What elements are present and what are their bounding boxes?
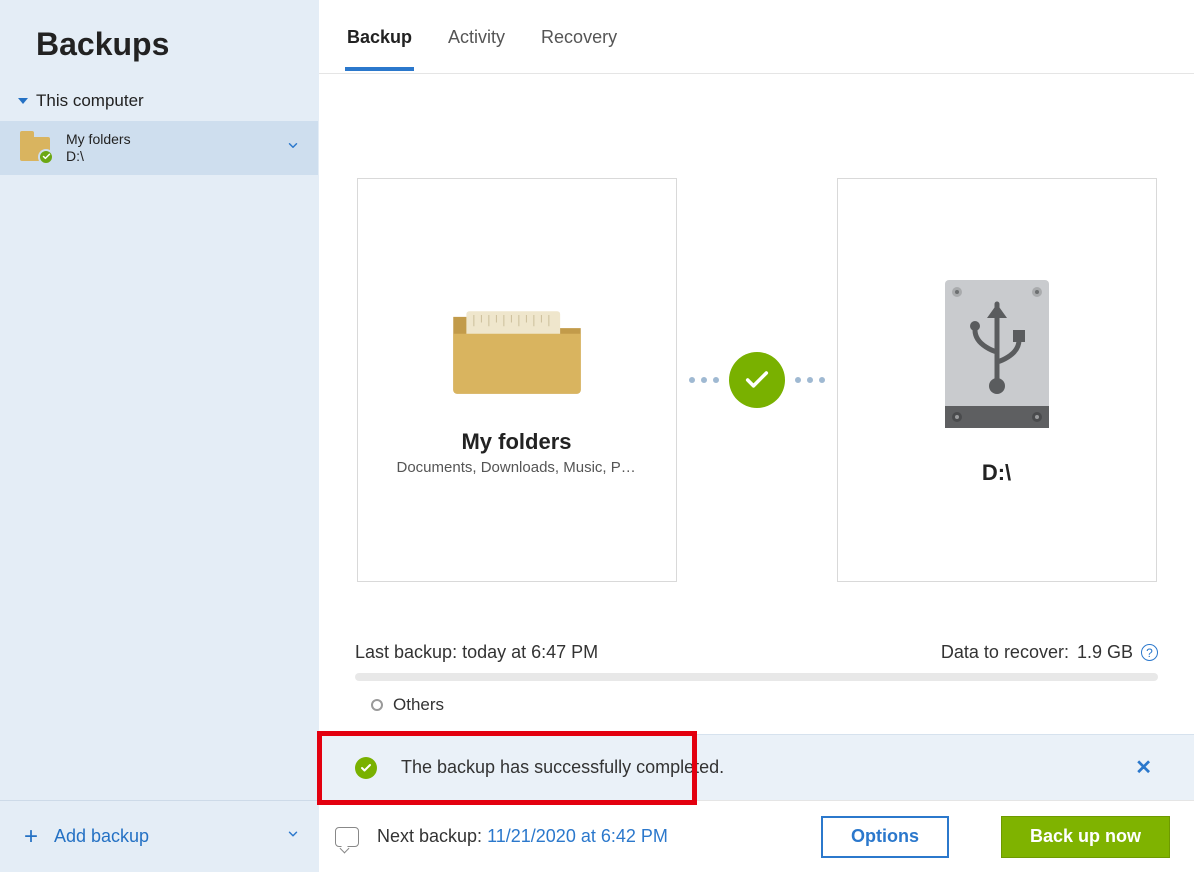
next-backup-label: Next backup:: [377, 826, 482, 846]
main-panel: Backup Activity Recovery: [318, 0, 1194, 872]
backup-list-item[interactable]: My folders D:\: [0, 121, 318, 175]
chevron-down-icon[interactable]: [286, 827, 300, 846]
success-badge-icon: [38, 149, 54, 165]
stats-row: Last backup: today at 6:47 PM Data to re…: [355, 642, 1158, 663]
collapse-triangle-icon: [18, 98, 28, 104]
add-backup-label: Add backup: [54, 826, 149, 847]
backup-item-name: My folders: [66, 131, 131, 148]
last-backup-value: today at 6:47 PM: [462, 642, 598, 662]
source-subtitle: Documents, Downloads, Music, Pi...: [397, 459, 637, 476]
backup-item-dest: D:\: [66, 148, 131, 165]
footer-bar: Next backup: 11/21/2020 at 6:42 PM Optio…: [319, 800, 1194, 872]
sidebar-section-label: This computer: [36, 91, 144, 111]
next-backup: Next backup: 11/21/2020 at 6:42 PM: [377, 826, 668, 847]
destination-card[interactable]: D:\: [837, 178, 1157, 582]
connector: [677, 352, 837, 408]
help-icon[interactable]: ?: [1141, 644, 1158, 661]
source-card[interactable]: My folders Documents, Downloads, Music, …: [357, 178, 677, 582]
source-title: My folders: [461, 429, 571, 455]
options-button[interactable]: Options: [821, 816, 949, 858]
add-backup-button[interactable]: + Add backup: [0, 800, 318, 872]
tab-bar: Backup Activity Recovery: [319, 0, 1194, 74]
banner-text: The backup has successfully completed.: [401, 757, 724, 778]
data-recover-value: 1.9 GB: [1077, 642, 1133, 663]
sidebar-title: Backups: [0, 0, 318, 87]
destination-title: D:\: [982, 460, 1011, 486]
backup-now-button[interactable]: Back up now: [1001, 816, 1170, 858]
data-recover-label: Data to recover:: [941, 642, 1069, 663]
close-icon[interactable]: ✕: [1129, 749, 1158, 786]
sidebar: Backups This computer My folders D:\ + A…: [0, 0, 318, 872]
content-area: My folders Documents, Downloads, Music, …: [319, 74, 1194, 734]
success-check-icon: [729, 352, 785, 408]
others-row[interactable]: Others: [355, 695, 1158, 715]
success-check-icon: [355, 757, 377, 779]
next-backup-value: 11/21/2020 at 6:42 PM: [487, 826, 668, 846]
progress-bar: [355, 673, 1158, 681]
others-label: Others: [393, 695, 444, 715]
last-backup-label: Last backup:: [355, 642, 457, 662]
plus-icon: +: [18, 823, 44, 851]
tab-recovery[interactable]: Recovery: [539, 3, 619, 70]
comment-icon[interactable]: [335, 827, 359, 847]
status-banner: The backup has successfully completed. ✕: [319, 734, 1194, 800]
folder-large-icon: [442, 285, 592, 405]
backup-pair: My folders Documents, Downloads, Music, …: [355, 178, 1158, 582]
sidebar-section-this-computer[interactable]: This computer: [0, 87, 318, 121]
tab-backup[interactable]: Backup: [345, 3, 414, 70]
chevron-down-icon[interactable]: [286, 138, 300, 157]
others-marker-icon: [371, 699, 383, 711]
tab-activity[interactable]: Activity: [446, 3, 507, 70]
usb-drive-icon: [937, 274, 1057, 434]
folder-icon: [20, 133, 54, 163]
